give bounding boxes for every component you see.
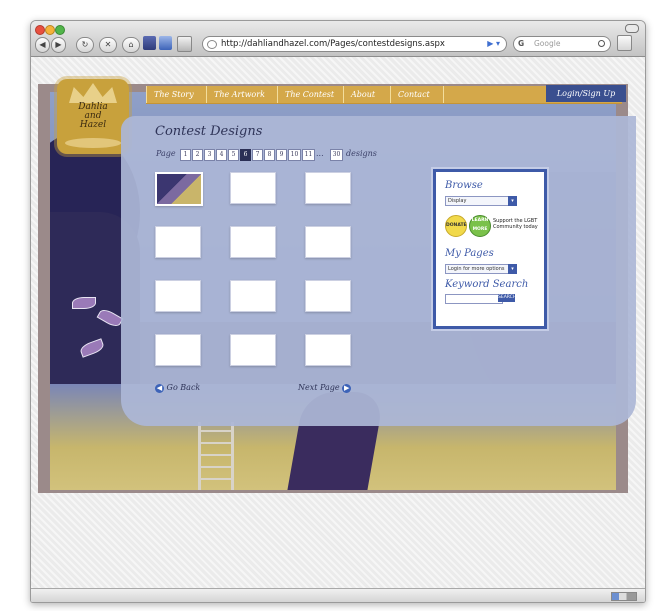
- contest-panel: [121, 116, 636, 426]
- site-logo[interactable]: Dahlia and Hazel: [57, 79, 129, 154]
- nav-item-the-story[interactable]: The Story: [146, 86, 194, 103]
- my-pages-select-value: Login for more options: [448, 266, 505, 272]
- logo-leaves: [65, 138, 121, 148]
- learn-more-button[interactable]: LEARN MORE: [469, 215, 491, 237]
- design-thumbnail[interactable]: [305, 226, 351, 258]
- site-favicon-icon: [207, 40, 217, 49]
- search-placeholder: Google: [534, 39, 561, 48]
- page-link-9[interactable]: 9: [276, 149, 287, 161]
- home-icon[interactable]: ⌂: [122, 37, 140, 53]
- chevron-down-icon: ▾: [508, 196, 517, 206]
- sidebar-box: Browse Display ▾ DONATE LEARN MORE Suppo…: [433, 169, 547, 329]
- donate-button[interactable]: DONATE: [445, 215, 467, 237]
- page-icon[interactable]: [159, 36, 172, 50]
- toolbar-toggle-button[interactable]: [625, 24, 639, 33]
- nav-item-contact[interactable]: Contact: [390, 86, 430, 103]
- nav-item-the-contest[interactable]: The Contest: [277, 86, 334, 103]
- keyword-search-button[interactable]: SEARCH: [498, 294, 516, 302]
- logo-text: Dahlia and Hazel: [78, 102, 108, 130]
- my-pages-heading: My Pages: [445, 248, 494, 259]
- keyword-search-heading: Keyword Search: [445, 279, 529, 290]
- page-link-3[interactable]: 3: [204, 149, 215, 161]
- nav-item-about[interactable]: About: [343, 86, 375, 103]
- bookmark-icon[interactable]: [143, 36, 156, 50]
- my-pages-select[interactable]: Login for more options ▾: [445, 264, 517, 274]
- archive-icon[interactable]: [177, 36, 192, 52]
- reload-icon[interactable]: ↻: [76, 37, 94, 53]
- page-link-10[interactable]: 10: [288, 149, 301, 161]
- page-link-4[interactable]: 4: [216, 149, 227, 161]
- go-back-label: Go Back: [166, 383, 201, 392]
- search-icon: [598, 40, 605, 47]
- browse-heading: Browse: [445, 180, 483, 191]
- page-link-11[interactable]: 11: [302, 149, 315, 161]
- designs-label: designs: [346, 149, 377, 158]
- address-bar[interactable]: http://dahliandhazel.com/Pages/contestde…: [202, 36, 507, 52]
- design-thumbnail[interactable]: [230, 172, 276, 204]
- design-thumbnail[interactable]: [155, 172, 203, 206]
- status-icons: [611, 592, 637, 601]
- design-thumbnail[interactable]: [155, 334, 201, 366]
- design-thumbnail[interactable]: [305, 280, 351, 312]
- design-thumbnail[interactable]: [155, 226, 201, 258]
- design-thumbnail[interactable]: [230, 280, 276, 312]
- browser-window: ◀ ▶ ↻ ✕ ⌂ http://dahliandhazel.com/Pages…: [30, 20, 646, 603]
- go-arrow-icon[interactable]: ▶ ▾: [487, 37, 500, 51]
- design-thumbnail[interactable]: [305, 334, 351, 366]
- design-thumbnail[interactable]: [305, 172, 351, 204]
- ladder: [198, 422, 234, 490]
- support-text: Support the LGBT Community today: [493, 218, 538, 230]
- chevron-down-icon: ▾: [508, 264, 517, 274]
- login-signup-button[interactable]: Login/Sign Up: [546, 85, 626, 102]
- page-link-1[interactable]: 1: [180, 149, 191, 161]
- browser-toolbar: ◀ ▶ ↻ ✕ ⌂ http://dahliandhazel.com/Pages…: [31, 21, 645, 57]
- next-page-link[interactable]: Next Page ▶: [298, 383, 352, 393]
- extension-icon[interactable]: [617, 35, 632, 51]
- page-viewport: The Story The Artwork The Contest About …: [31, 57, 645, 602]
- leaf-decoration: [72, 297, 96, 309]
- search-engine-icon: G: [518, 39, 525, 48]
- page-link-30[interactable]: 30: [330, 149, 343, 161]
- design-thumbnail[interactable]: [155, 280, 201, 312]
- stop-icon[interactable]: ✕: [99, 37, 117, 53]
- next-arrow-icon: ▶: [342, 383, 352, 393]
- crown-icon: [69, 83, 117, 103]
- page-title: Contest Designs: [155, 124, 263, 139]
- page-link-5[interactable]: 5: [228, 149, 239, 161]
- design-thumbnail[interactable]: [230, 226, 276, 258]
- browse-select[interactable]: Display ▾: [445, 196, 517, 206]
- go-back-link[interactable]: ◀ Go Back: [155, 383, 200, 393]
- nav-item-the-artwork[interactable]: The Artwork: [206, 86, 265, 103]
- page-link-8[interactable]: 8: [264, 149, 275, 161]
- keyword-search-input[interactable]: [445, 294, 503, 304]
- forward-arrow-icon[interactable]: ▶: [51, 37, 66, 53]
- zoom-window-button[interactable]: [55, 25, 65, 35]
- nav-divider: [443, 86, 445, 103]
- browse-select-value: Display: [448, 198, 467, 204]
- page-link-6-current[interactable]: 6: [240, 149, 251, 161]
- back-arrow-icon[interactable]: ◀: [35, 37, 50, 53]
- pager-ellipsis: ...: [316, 149, 324, 158]
- page-link-7[interactable]: 7: [252, 149, 263, 161]
- page-link-2[interactable]: 2: [192, 149, 203, 161]
- search-field[interactable]: G Google: [513, 36, 611, 52]
- site-frame: The Story The Artwork The Contest About …: [38, 79, 636, 493]
- minimize-window-button[interactable]: [45, 25, 55, 35]
- back-arrow-icon: ◀: [155, 383, 164, 393]
- address-text: http://dahliandhazel.com/Pages/contestde…: [221, 39, 445, 49]
- pager-label: Page: [156, 149, 176, 158]
- design-thumbnail[interactable]: [230, 334, 276, 366]
- next-page-label: Next Page: [298, 383, 340, 392]
- status-bar: [31, 588, 645, 602]
- close-window-button[interactable]: [35, 25, 45, 35]
